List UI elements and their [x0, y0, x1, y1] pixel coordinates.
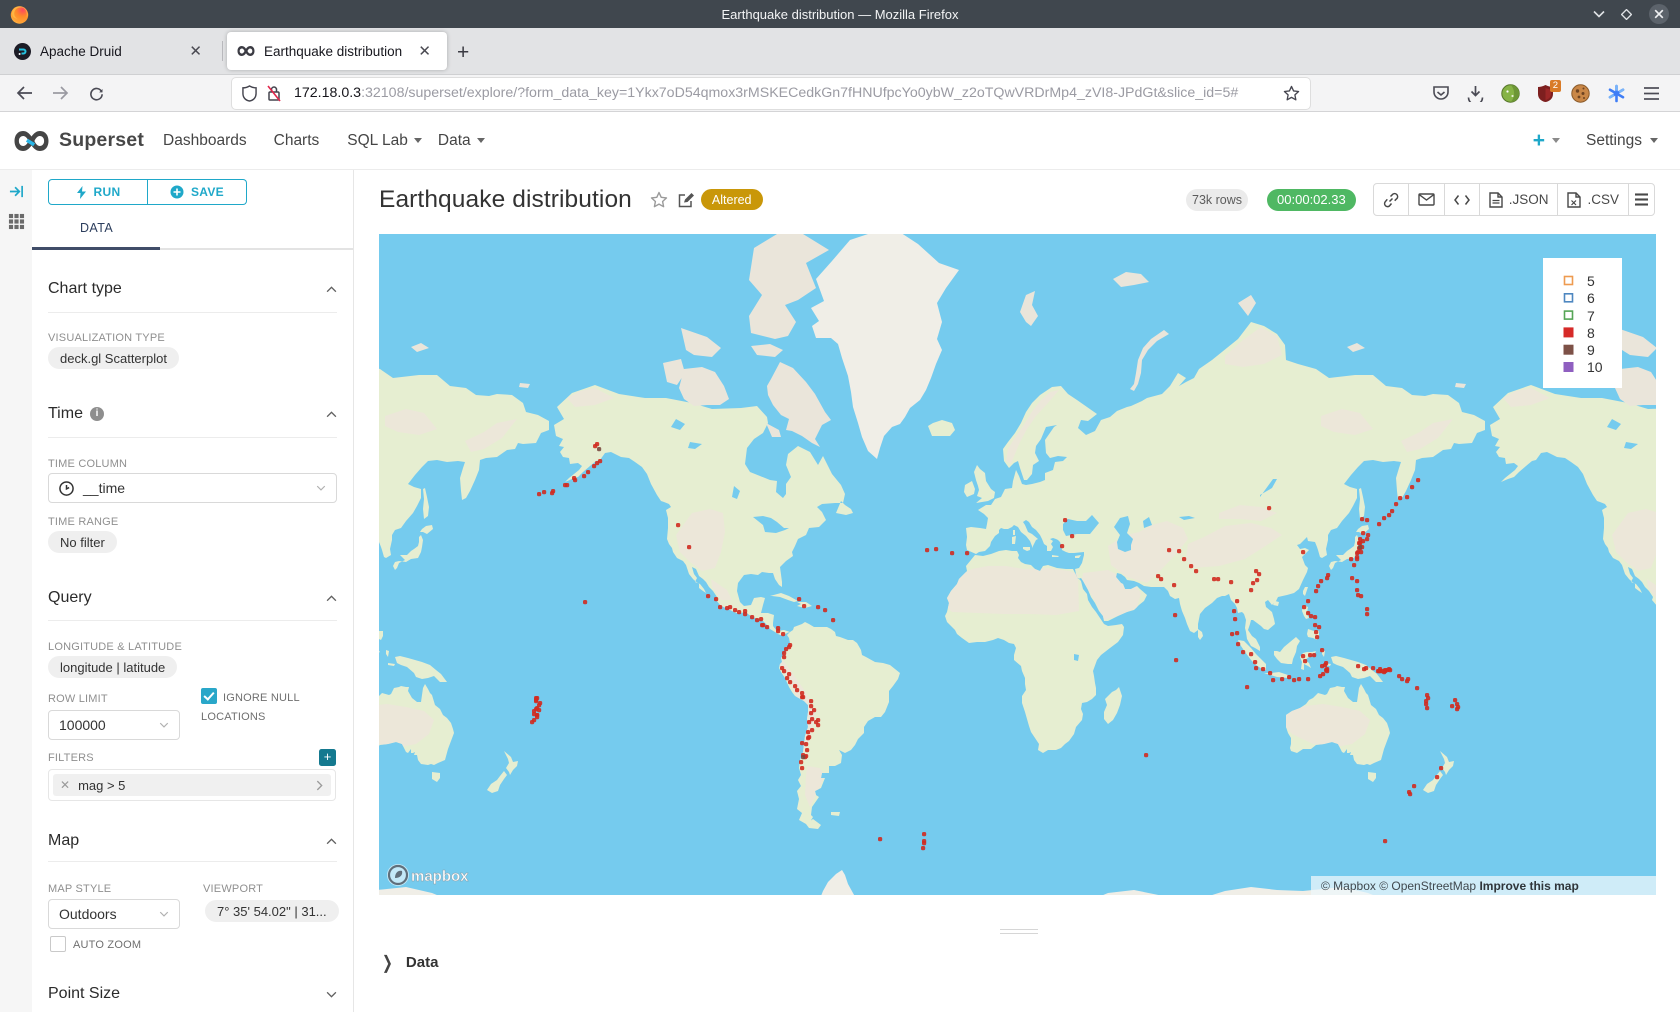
svg-text:5: 5 — [1587, 273, 1595, 289]
svg-text:9: 9 — [1587, 342, 1595, 358]
svg-text:6: 6 — [1587, 290, 1595, 306]
svg-text:10: 10 — [1587, 359, 1603, 375]
svg-text:© Mapbox © OpenStreetMap Impro: © Mapbox © OpenStreetMap Improve this ma… — [1321, 879, 1579, 893]
svg-text:8: 8 — [1587, 325, 1595, 341]
svg-text:7: 7 — [1587, 308, 1595, 324]
svg-text:mapbox: mapbox — [411, 868, 469, 885]
